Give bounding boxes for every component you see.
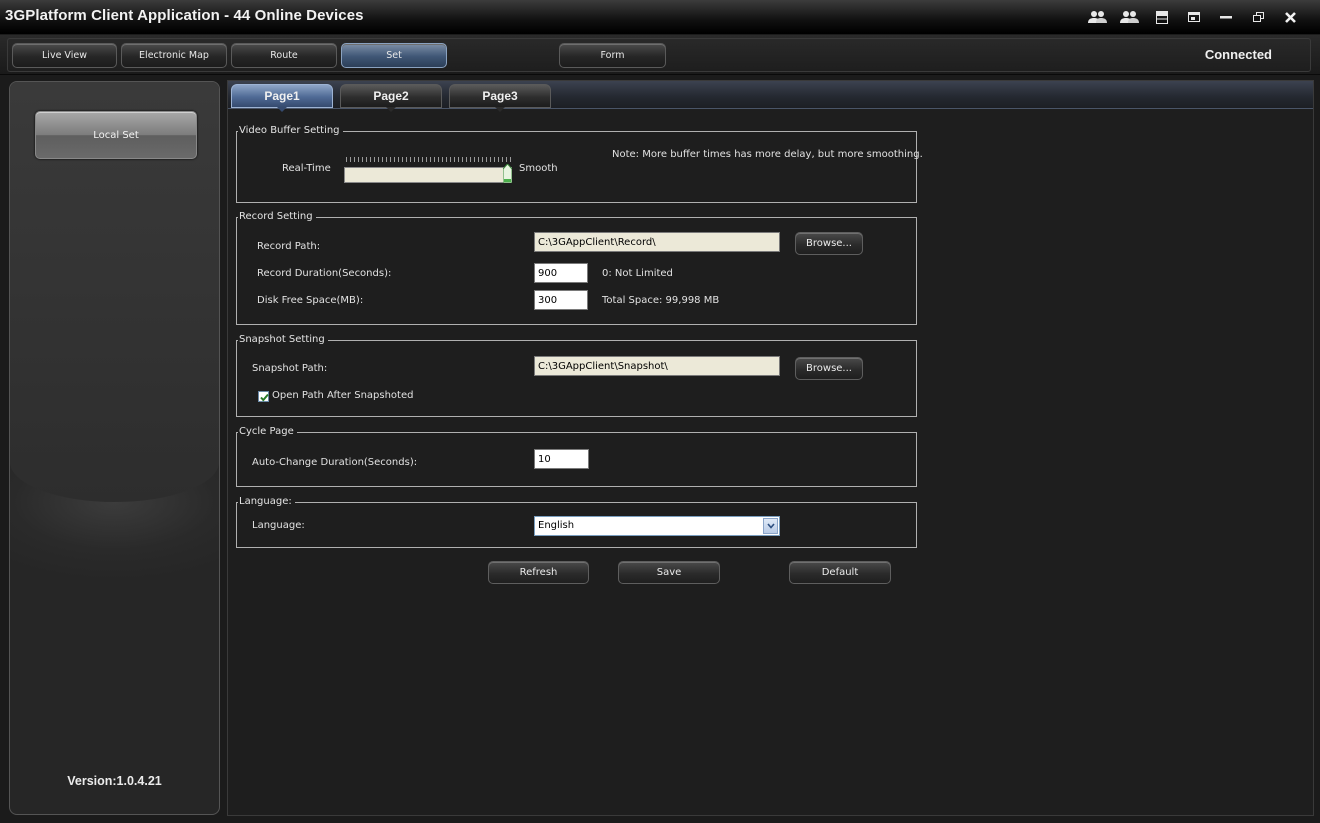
record-browse-button[interactable]: Browse... [795,232,863,255]
record-path-field[interactable] [534,232,780,252]
video-buffer-legend: Video Buffer Setting [238,125,343,136]
smooth-label: Smooth [519,163,558,174]
minimize-icon[interactable] [1210,8,1242,26]
top-navigation: Live View Electronic Map Route Set Form … [0,35,1320,75]
checkmark-icon [260,393,269,402]
snapshot-setting-group: Snapshot Setting Snapshot Path: Browse..… [236,334,917,417]
layout-icon[interactable] [1146,8,1178,26]
auto-change-field[interactable] [534,449,589,469]
local-set-button[interactable]: Local Set [35,111,197,159]
top-navigation-bar: Live View Electronic Map Route Set Form [7,38,1311,72]
video-buffer-slider[interactable] [344,167,512,183]
snapshot-setting-legend: Snapshot Setting [238,334,328,345]
nav-set-button[interactable]: Set [341,43,447,68]
snapshot-browse-button[interactable]: Browse... [795,357,863,380]
buffer-note: Note: More buffer times has more delay, … [612,149,923,160]
open-path-checkbox[interactable] [258,391,269,402]
title-bar: 3GPlatform Client Application - 44 Onlin… [0,0,1320,34]
cycle-page-group: Cycle Page Auto-Change Duration(Seconds)… [236,426,917,487]
users-online-icon[interactable] [1114,8,1146,26]
chevron-down-icon[interactable] [763,518,778,534]
total-space-label: Total Space: 99,998 MB [602,295,720,306]
page-tabs: Page1 Page2 Page3 [228,81,1313,112]
users-icon[interactable] [1082,8,1114,26]
language-selected-value: English [538,520,575,531]
record-setting-legend: Record Setting [238,211,316,222]
slider-thumb[interactable] [503,164,512,183]
nav-form-button[interactable]: Form [559,43,666,68]
open-path-label: Open Path After Snapshoted [272,390,414,401]
tab-page2[interactable]: Page2 [340,84,442,112]
tab-page1[interactable]: Page1 [231,84,333,112]
snapshot-path-field[interactable] [534,356,780,376]
disk-free-space-field[interactable] [534,290,588,310]
slider-ticks [346,157,514,162]
record-duration-field[interactable] [534,263,588,283]
default-button[interactable]: Default [789,561,891,584]
language-select[interactable]: English [534,516,780,536]
tab-page3[interactable]: Page3 [449,84,551,112]
connection-status: Connected [1204,47,1272,62]
video-buffer-group: Video Buffer Setting Real-Time Smooth No… [236,125,923,203]
close-icon[interactable] [1274,8,1306,26]
record-duration-label: Record Duration(Seconds): [257,268,392,279]
cycle-page-legend: Cycle Page [238,426,297,437]
disk-free-space-label: Disk Free Space(MB): [257,295,364,306]
record-path-label: Record Path: [257,241,321,252]
version-label: Version:1.0.4.21 [67,774,162,788]
restore-window-icon[interactable] [1178,8,1210,26]
sidebar: Local Set Version:1.0.4.21 [9,81,220,815]
nav-route-button[interactable]: Route [231,43,337,68]
language-legend: Language: [238,496,295,507]
refresh-button[interactable]: Refresh [488,561,589,584]
app-title: 3GPlatform Client Application - 44 Onlin… [5,7,364,24]
settings-panel: Page1 Page2 Page3 Video Buffer Setting R… [227,80,1314,816]
snapshot-path-label: Snapshot Path: [252,363,328,374]
record-duration-hint: 0: Not Limited [602,268,673,279]
maximize-icon[interactable] [1242,8,1274,26]
real-time-label: Real-Time [282,163,331,174]
auto-change-label: Auto-Change Duration(Seconds): [252,457,418,468]
nav-live-view-button[interactable]: Live View [12,43,117,68]
language-group: Language: Language: English [236,496,917,548]
window-controls [1082,8,1306,26]
save-button[interactable]: Save [618,561,720,584]
record-setting-group: Record Setting Record Path: Browse... Re… [236,211,917,325]
language-label: Language: [252,520,305,531]
nav-electronic-map-button[interactable]: Electronic Map [121,43,227,68]
